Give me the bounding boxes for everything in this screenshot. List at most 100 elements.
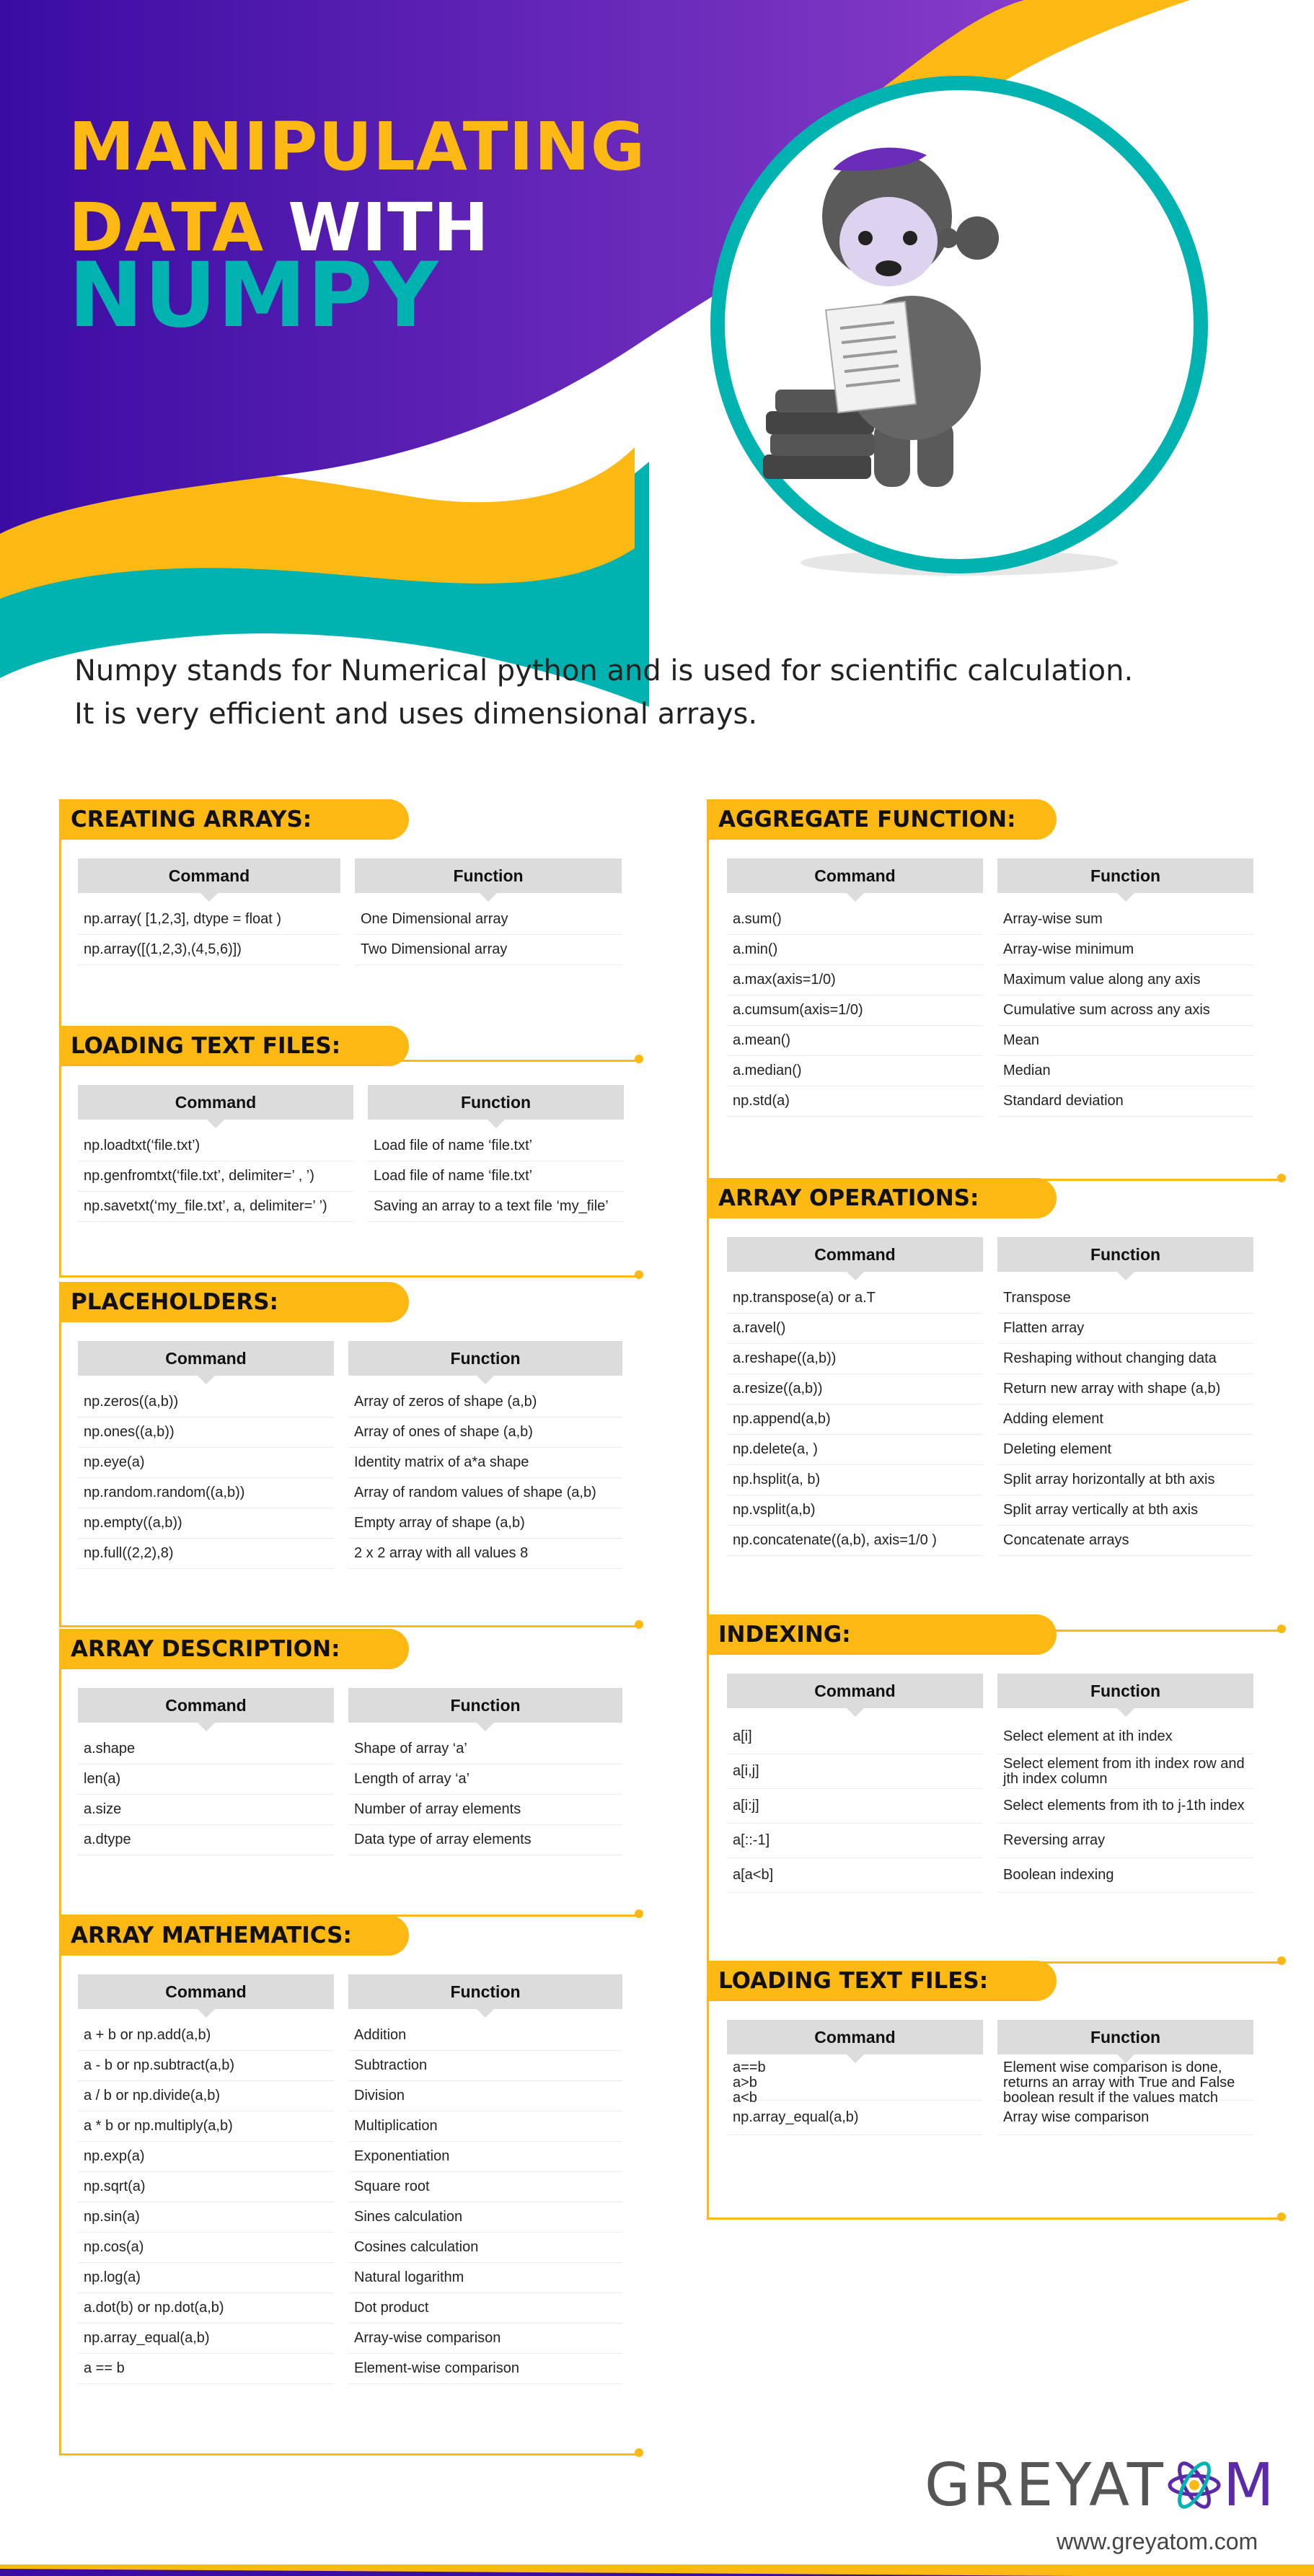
command-cell: a[a<b] [727,1858,983,1893]
function-cell: Identity matrix of a*a shape [348,1448,622,1478]
column-header: Function [348,1688,622,1731]
website-url[interactable]: www.greyatom.com [1057,2528,1258,2555]
command-cell: a.shape [78,1734,334,1764]
column-header: Command [727,858,983,902]
function-cell: Shape of array ‘a’ [348,1734,622,1764]
section-card: LOADING TEXT FILES: Command np.loadtxt(‘fi… [59,1026,643,1279]
function-cell: Element wise comparison is done, returns… [997,2060,1253,2106]
command-cell: np.std(a) [727,1086,983,1117]
function-cell: Array of random values of shape (a,b) [348,1478,622,1508]
function-cell: Subtraction [348,2051,622,2081]
column-header: Function [997,1674,1253,1717]
command-cell: np.array_equal(a,b) [78,2324,334,2354]
function-cell: Transpose [997,1283,1253,1314]
function-cell: Array-wise comparison [348,2324,622,2354]
function-cell: Division [348,2081,622,2111]
function-cell: Mean [997,1026,1253,1056]
section-card: INDEXING:Command a[i] a[i,j] a[i:j] a[::-1] a… [707,1614,1286,1965]
atom-icon [1168,2461,1221,2509]
function-cell: Number of array elements [348,1795,622,1825]
function-cell: Array of zeros of shape (a,b) [348,1387,622,1417]
command-column: Command a.sum() a.min() a.max(axis=1/0) a.cu… [727,858,983,1117]
column-header: Command [727,2020,983,2063]
command-cell: np.zeros((a,b)) [78,1387,334,1417]
command-cell: a[i] [727,1720,983,1754]
function-cell: Addition [348,2021,622,2051]
brand-logo: GREYAT M [925,2451,1276,2520]
section-title: INDEXING: [707,1614,1057,1655]
column-header: Command [727,1674,983,1717]
command-column: Command np.transpose(a) or a.T a.ravel() a.… [727,1237,983,1556]
column-header: Command [78,1085,353,1128]
column-header: Function [997,1237,1253,1280]
command-column: Command np.loadtxt(‘file.txt’) np.genfromt… [78,1085,353,1222]
function-column: Function One Dimensional array Two Dimensi… [355,858,622,965]
function-cell: Load file of name ‘file.txt’ [368,1131,624,1161]
command-cell: np.sqrt(a) [78,2172,334,2202]
column-header: Command [78,858,340,902]
column-header: Command [727,1237,983,1280]
function-cell: 2 x 2 array with all values 8 [348,1539,622,1569]
command-cell: np.empty((a,b)) [78,1508,334,1539]
column-header: Function [997,2020,1253,2063]
command-column: Command a[i] a[i,j] a[i:j] a[::-1] a[a<b] [727,1674,983,1893]
command-cell: np.genfromtxt(‘file.txt’, delimiter=’ , … [78,1161,353,1192]
function-cell: Standard deviation [997,1086,1253,1117]
section-title: ARRAY MATHEMATICS: [59,1915,409,1956]
section-title: ARRAY DESCRIPTION: [59,1629,409,1669]
command-cell: np.ones((a,b)) [78,1417,334,1448]
function-cell: Cumulative sum across any axis [997,995,1253,1026]
command-cell: np.array_equal(a,b) [727,2101,983,2135]
function-column: Function Select element at ith index Selec… [997,1674,1253,1893]
section-title: LOADING TEXT FILES: [707,1961,1057,2001]
function-cell: Return new array with shape (a,b) [997,1374,1253,1405]
command-cell: a - b or np.subtract(a,b) [78,2051,334,2081]
function-cell: Cosines calculation [348,2233,622,2263]
command-cell: a.size [78,1795,334,1825]
command-cell: np.loadtxt(‘file.txt’) [78,1131,353,1161]
intro-line-2: It is very efficient and uses dimensiona… [74,698,758,731]
function-cell: Load file of name ‘file.txt’ [368,1161,624,1192]
title-line-1: MANIPULATING [69,108,646,185]
command-cell: np.array([(1,2,3),(4,5,6)]) [78,935,340,965]
command-cell: a.dot(b) or np.dot(a,b) [78,2293,334,2324]
section-title: LOADING TEXT FILES: [59,1026,409,1066]
section-card: AGGREGATE FUNCTION: Command a.sum() a.min()… [707,799,1286,1182]
command-cell: np.hsplit(a, b) [727,1465,983,1495]
column-header: Function [355,858,622,902]
section-title: CREATING ARRAYS: [59,799,409,840]
function-cell: Concatenate arrays [997,1526,1253,1556]
section-card: ARRAY MATHEMATICS: Command a + b or np.add… [59,1915,643,2457]
column-header: Function [348,1974,622,2018]
function-cell: Flatten array [997,1314,1253,1344]
command-cell: np.sin(a) [78,2202,334,2233]
function-cell: Maximum value along any axis [997,965,1253,995]
function-column: Function Shape of array ‘a’ Length of arra… [348,1688,622,1855]
column-header: Function [997,858,1253,902]
function-cell: Reversing array [997,1824,1253,1858]
command-cell: a.ravel() [727,1314,983,1344]
command-cell: a.dtype [78,1825,334,1855]
command-cell: np.concatenate((a,b), axis=1/0 ) [727,1526,983,1556]
command-cell: a * b or np.multiply(a,b) [78,2111,334,2142]
function-cell: Element-wise comparison [348,2354,622,2384]
command-cell: np.full((2,2),8) [78,1539,334,1569]
command-column: Command np.zeros((a,b)) np.ones((a,b)) np.e… [78,1341,334,1569]
command-cell: a.resize((a,b)) [727,1374,983,1405]
intro-text: Numpy stands for Numerical python and is… [74,649,1133,736]
function-cell: Array of ones of shape (a,b) [348,1417,622,1448]
command-cell: np.eye(a) [78,1448,334,1478]
function-cell: Two Dimensional array [355,935,622,965]
column-header: Command [78,1974,334,2018]
command-cell: len(a) [78,1764,334,1795]
bottom-bar [0,2564,1314,2576]
function-column: Function Load file of name ‘file.txt’ Load… [368,1085,624,1222]
command-cell: a == b [78,2354,334,2384]
function-column: Function Array-wise sum Array-wise minimum… [997,858,1253,1117]
frame-end-dot [1277,2212,1286,2221]
function-column: Function Transpose Flatten array Reshaping … [997,1237,1253,1556]
frame-end-dot [635,2448,643,2457]
function-cell: Select element from ith index row and jt… [997,1754,1253,1789]
command-cell: a + b or np.add(a,b) [78,2021,334,2051]
section-card: PLACEHOLDERS: Command np.zeros((a,b)) np.on… [59,1282,643,1629]
